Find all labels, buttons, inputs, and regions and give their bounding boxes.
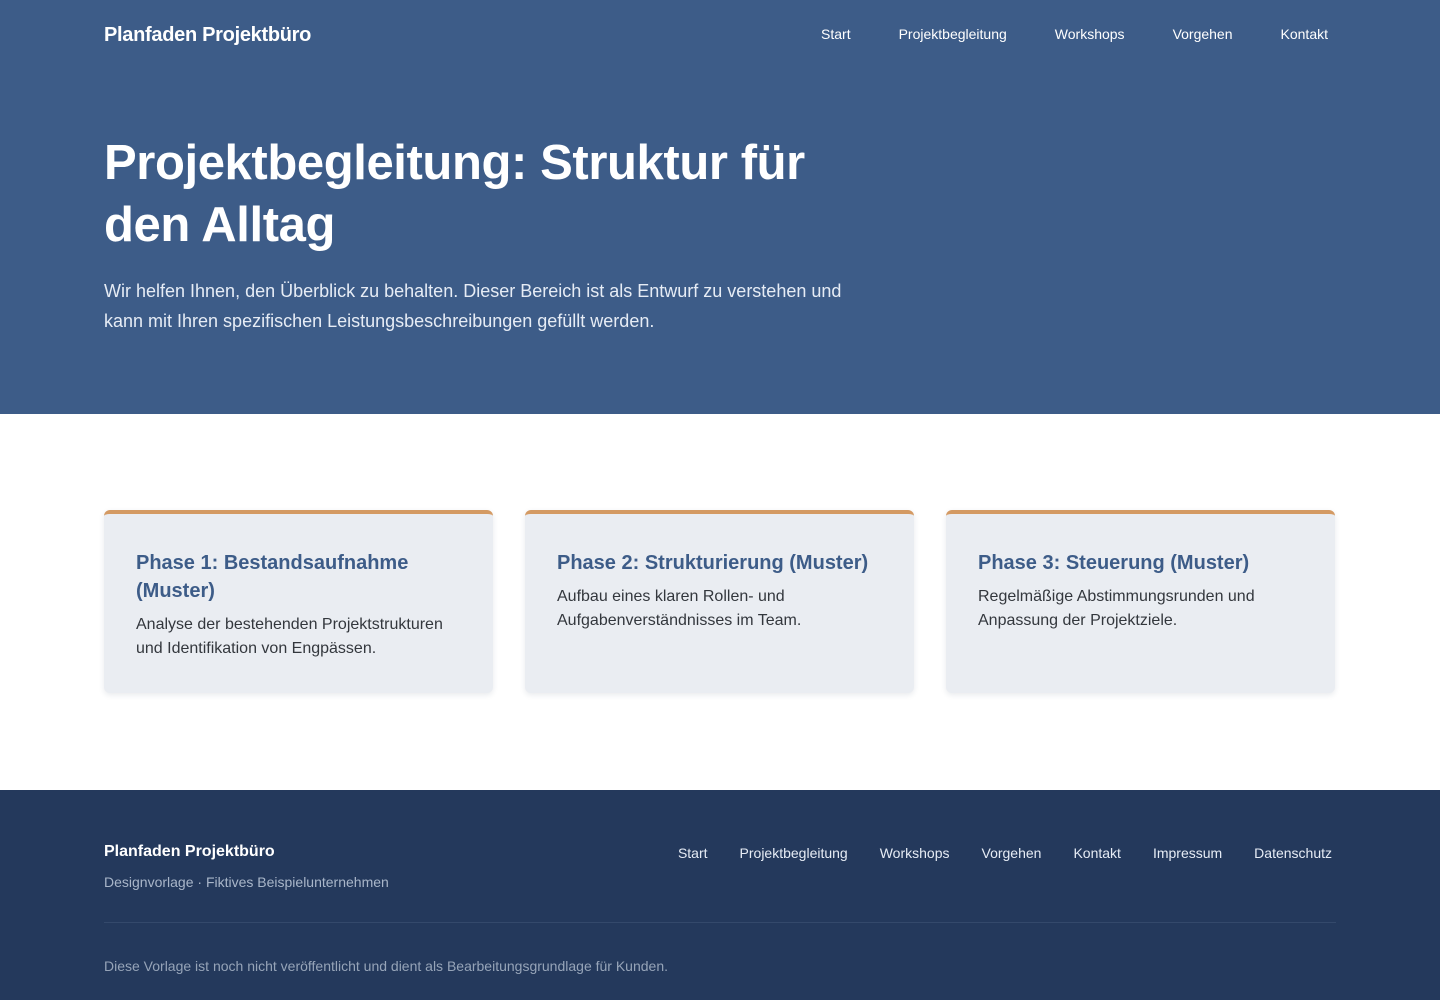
phase-card-2: Phase 2: Strukturierung (Muster) Aufbau … [525,510,914,693]
hero-section: Planfaden Projektbüro Start Projektbegle… [0,0,1440,414]
phase-card-title: Phase 3: Steuerung (Muster) [978,552,1250,574]
footer-link-projektbegleitung[interactable]: Projektbegleitung [740,843,848,863]
footer-nav: Start Projektbegleitung Workshops Vorgeh… [678,843,1332,863]
phase-card-text: Aufbau eines klaren Rollen- und Aufgaben… [557,588,802,629]
footer-link-vorgehen[interactable]: Vorgehen [982,843,1042,863]
footer-link-datenschutz[interactable]: Datenschutz [1254,843,1332,863]
phase-cards: Phase 1: Bestandsaufnahme (Muster) Analy… [104,510,1336,693]
phase-card-title: Phase 2: Strukturierung (Muster) [557,552,869,574]
main-nav: Start Projektbegleitung Workshops Vorgeh… [821,24,1328,44]
footer-link-start[interactable]: Start [678,843,708,863]
phase-card-text: Regelmäßige Abstimmungsrunden und Anpass… [978,588,1255,629]
site-footer: Planfaden Projektbüro Designvorlage · Fi… [0,790,1440,1000]
hero-intro: Wir helfen Ihnen, den Überblick zu behal… [104,281,842,331]
footer-link-kontakt[interactable]: Kontakt [1073,843,1120,863]
footer-brand: Planfaden Projektbüro [104,843,275,860]
nav-start[interactable]: Start [821,24,851,44]
footer-link-workshops[interactable]: Workshops [880,843,950,863]
footer-tagline: Designvorlage · Fiktives Beispielunterne… [104,874,389,890]
footer-note: Diese Vorlage ist noch nicht veröffentli… [104,958,668,974]
phase-card-text: Analyse der bestehenden Projektstrukture… [136,616,443,657]
phase-card-3: Phase 3: Steuerung (Muster) Regelmäßige … [946,510,1335,693]
brand-logo[interactable]: Planfaden Projektbüro [104,22,311,48]
nav-vorgehen[interactable]: Vorgehen [1173,24,1233,44]
footer-link-impressum[interactable]: Impressum [1153,843,1222,863]
nav-workshops[interactable]: Workshops [1055,24,1125,44]
nav-projektbegleitung[interactable]: Projektbegleitung [899,24,1007,44]
footer-divider [104,922,1336,923]
phase-card-1: Phase 1: Bestandsaufnahme (Muster) Analy… [104,510,493,693]
phase-card-title: Phase 1: Bestandsaufnahme (Muster) [136,552,409,602]
page-title: Projektbegleitung: Struktur für den Allt… [104,136,805,252]
nav-kontakt[interactable]: Kontakt [1281,24,1328,44]
